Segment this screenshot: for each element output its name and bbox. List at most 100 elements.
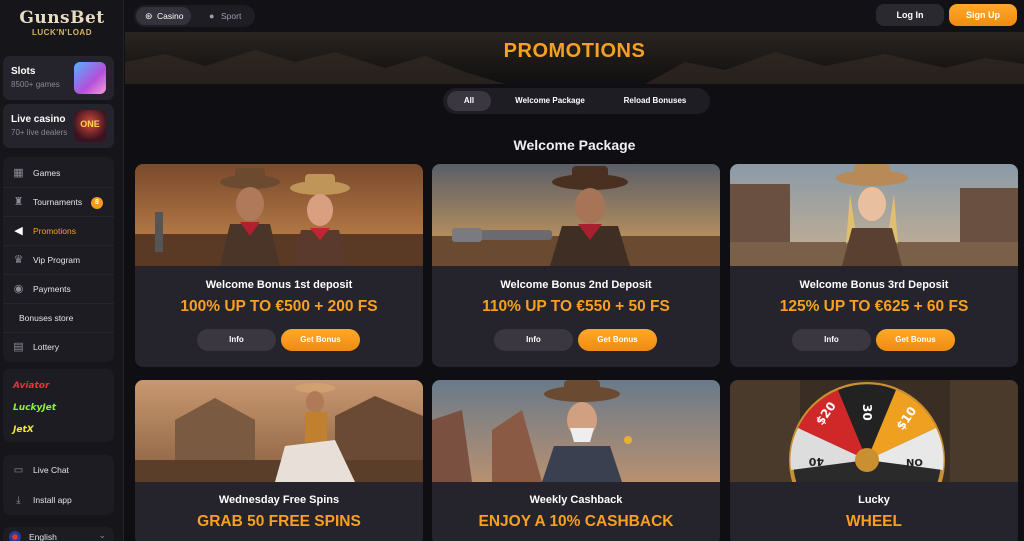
- sidebar-item-label: Lottery: [33, 342, 59, 352]
- promo-card-offer: 110% UP TO €550 + 50 FS: [482, 298, 670, 315]
- casino-chip-icon: ⊛: [145, 11, 153, 21]
- language-label: English: [29, 532, 57, 541]
- info-button[interactable]: Info: [792, 329, 871, 351]
- uk-flag-icon: [9, 531, 21, 541]
- promo-card-title: Welcome Bonus 2nd Deposit: [500, 279, 652, 291]
- get-bonus-button[interactable]: Get Bonus: [876, 329, 955, 351]
- sidebar-item-games[interactable]: ▦ Games: [3, 159, 114, 188]
- jetx-game-link[interactable]: JetX: [13, 425, 34, 435]
- brand-name: GunsBet: [19, 8, 105, 28]
- download-icon: ⤓: [16, 495, 21, 506]
- live-casino-thumbnail-text: ONE: [80, 119, 100, 129]
- promo-card-offer: 100% UP TO €500 + 200 FS: [180, 298, 378, 315]
- sidebar-menu: ▦ Games ♜ Tournaments 8 ◀ Promotions ♛ V…: [3, 157, 114, 362]
- brand-logo[interactable]: GunsBet LUCK'N'LOAD: [14, 8, 110, 44]
- slots-tile-title: Slots: [11, 66, 36, 77]
- login-button[interactable]: Log In: [876, 4, 944, 26]
- page-title: PROMOTIONS: [503, 40, 646, 62]
- slots-tile[interactable]: Slots 8500+ games: [3, 56, 114, 100]
- promo-card-offer: 125% UP TO €625 + 60 FS: [779, 298, 969, 315]
- support-links: ▭ Live Chat ⤓ Install app: [3, 455, 114, 515]
- chat-icon: ▭: [13, 465, 24, 476]
- section-title: Welcome Package: [513, 137, 636, 153]
- live-casino-thumbnail: ONE: [74, 110, 106, 142]
- sidebar-item-label: Promotions: [33, 226, 76, 236]
- sidebar-item-label: Payments: [33, 284, 71, 294]
- mode-switch: ⊛ Casino ● Sport: [134, 5, 255, 27]
- promo-card-title: Wednesday Free Spins: [218, 494, 340, 506]
- live-chat-link[interactable]: ▭ Live Chat: [3, 455, 114, 485]
- sidebar-item-label: Games: [33, 168, 61, 178]
- promo-card-title: Welcome Bonus 3rd Deposit: [799, 279, 949, 291]
- casino-mode-button[interactable]: ⊛ Casino: [136, 7, 191, 25]
- featured-games: Aviator LuckyJet JetX: [3, 369, 114, 442]
- install-app-label: Install app: [33, 495, 72, 505]
- live-casino-tile-title: Live casino: [11, 114, 66, 125]
- coins-icon: ◉: [13, 283, 24, 295]
- live-chat-label: Live Chat: [33, 465, 69, 475]
- megaphone-icon: ◀: [14, 225, 23, 237]
- wheel-segment-no: NO: [906, 458, 923, 469]
- signup-button[interactable]: Sign Up: [949, 4, 1017, 26]
- sidebar-item-vip-program[interactable]: ♛ Vip Program: [3, 246, 114, 275]
- info-button[interactable]: Info: [197, 329, 276, 351]
- wheel-segment-30: 30: [860, 404, 874, 421]
- promo-card-offer: WHEEL: [846, 513, 902, 530]
- get-bonus-button[interactable]: Get Bonus: [578, 329, 657, 351]
- slots-tile-subtitle: 8500+ games: [11, 80, 60, 89]
- vip-icon: ♛: [13, 254, 24, 266]
- gunslinger-illustration: [432, 164, 720, 266]
- sidebar-item-payments[interactable]: ◉ Payments: [3, 275, 114, 304]
- promo-card-lucky-wheel: $20 30 $10 40 NO Lucky WHEEL: [730, 380, 1018, 541]
- promo-card-title: Weekly Cashback: [529, 494, 623, 506]
- info-button[interactable]: Info: [494, 329, 573, 351]
- sidebar-item-label: Tournaments: [33, 197, 83, 207]
- filter-all[interactable]: All: [447, 91, 491, 111]
- sport-mode-button[interactable]: ● Sport: [200, 7, 252, 25]
- slot-machine-icon: ▦: [13, 167, 24, 179]
- promo-card-welcome-3: Welcome Bonus 3rd Deposit 125% UP TO €62…: [730, 164, 1018, 367]
- casino-mode-label: Casino: [157, 11, 184, 21]
- sport-mode-label: Sport: [221, 11, 242, 21]
- ball-icon: ●: [209, 11, 215, 21]
- promo-card-offer: GRAB 50 FREE SPINS: [197, 513, 361, 530]
- language-selector[interactable]: English ⌄: [3, 527, 114, 541]
- filter-welcome-package[interactable]: Welcome Package: [501, 91, 599, 111]
- cowgirl-illustration: [730, 164, 1018, 266]
- sidebar-item-label: Bonuses store: [19, 313, 74, 323]
- promo-card-title: Lucky: [858, 494, 890, 506]
- sidebar-item-label: Vip Program: [33, 255, 81, 265]
- luckyjet-game-link[interactable]: LuckyJet: [13, 403, 56, 413]
- promotion-filters: All Welcome Package Reload Bonuses: [443, 88, 710, 114]
- sidebar-item-promotions[interactable]: ◀ Promotions: [3, 217, 114, 246]
- sidebar-item-tournaments[interactable]: ♜ Tournaments 8: [3, 188, 114, 217]
- promo-card-title: Welcome Bonus 1st deposit: [205, 279, 353, 291]
- trophy-icon: ♜: [13, 196, 24, 208]
- lottery-ticket-icon: ▤: [13, 341, 24, 353]
- sidebar: GunsBet LUCK'N'LOAD Slots 8500+ games Li…: [0, 0, 124, 541]
- aviator-game-link[interactable]: Aviator: [13, 381, 49, 391]
- top-bar: ⊛ Casino ● Sport Log In Sign Up: [125, 0, 1024, 32]
- old-cowboy-illustration: [432, 380, 720, 482]
- promotions-hero: PROMOTIONS: [125, 32, 1024, 84]
- filter-reload-bonuses[interactable]: Reload Bonuses: [605, 91, 705, 111]
- slots-thumbnail: [74, 62, 106, 94]
- tournaments-count-badge: 8: [91, 197, 103, 209]
- sidebar-item-bonuses-store[interactable]: Bonuses store: [3, 304, 114, 333]
- install-app-link[interactable]: ⤓ Install app: [3, 485, 114, 515]
- get-bonus-button[interactable]: Get Bonus: [281, 329, 360, 351]
- live-casino-tile[interactable]: Live casino 70+ live dealers ONE: [3, 104, 114, 148]
- promo-card-weekly-cashback: Weekly Cashback ENJOY A 10% CASHBACK: [432, 380, 720, 541]
- prize-wheel-illustration: $20 30 $10 40 NO: [730, 380, 1018, 482]
- chevron-down-icon: ⌄: [98, 530, 106, 540]
- sidebar-item-lottery[interactable]: ▤ Lottery: [3, 333, 114, 362]
- brand-tagline: LUCK'N'LOAD: [32, 28, 92, 37]
- cowboy-duo-illustration: [135, 164, 423, 266]
- promo-card-wednesday-free-spins: Wednesday Free Spins GRAB 50 FREE SPINS: [135, 380, 423, 541]
- promo-card-offer: ENJOY A 10% CASHBACK: [478, 513, 674, 530]
- promo-card-welcome-1: Welcome Bonus 1st deposit 100% UP TO €50…: [135, 164, 423, 367]
- rider-town-illustration: [135, 380, 423, 482]
- wheel-segment-40: 40: [808, 455, 824, 468]
- live-casino-tile-subtitle: 70+ live dealers: [11, 128, 68, 137]
- promo-card-welcome-2: Welcome Bonus 2nd Deposit 110% UP TO €55…: [432, 164, 720, 367]
